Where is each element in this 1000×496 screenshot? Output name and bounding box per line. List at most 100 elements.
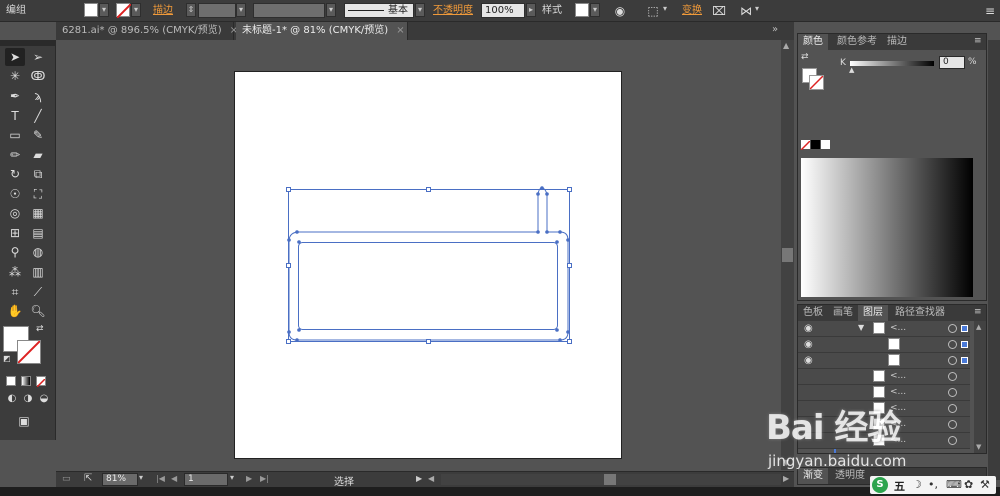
isolate-icon[interactable]: ⌧ — [711, 3, 727, 19]
first-artboard-icon[interactable]: |◀ — [156, 474, 165, 483]
k-slider[interactable] — [850, 61, 934, 66]
panel-menu-icon[interactable]: ≡ — [982, 3, 998, 19]
opacity-label[interactable]: 不透明度 — [433, 4, 473, 18]
next-artboard-icon[interactable]: ▶ — [246, 474, 252, 483]
layers-scrollbar[interactable]: ▲ ▼ — [974, 321, 986, 453]
swap-icon[interactable]: ⇄ — [801, 52, 809, 62]
direct-selection-tool-icon[interactable]: ➢ — [28, 48, 48, 66]
tab-gradient[interactable]: 渐变 — [798, 468, 828, 484]
target-icon[interactable] — [948, 372, 957, 381]
swap-fill-stroke-icon[interactable]: ⇄ — [36, 324, 44, 334]
blend-tool-icon[interactable]: ◍ — [28, 243, 48, 261]
stroke-weight-input[interactable] — [198, 3, 236, 18]
transform-label[interactable]: 变换 — [682, 4, 702, 18]
hand-tool-icon[interactable]: ✋ — [5, 302, 25, 320]
gradient-mode-icon[interactable] — [21, 376, 31, 386]
layer-name[interactable]: <... — [890, 387, 906, 397]
layer-row[interactable]: ◉ — [798, 353, 970, 369]
horizontal-scrollbar[interactable] — [441, 474, 781, 485]
symbol-sprayer-tool-icon[interactable]: ⁂ — [5, 263, 25, 281]
stroke-dropdown[interactable]: ▾ — [131, 3, 141, 17]
variable-width-profile[interactable] — [253, 3, 325, 18]
panel-dock-strip[interactable] — [988, 40, 1000, 480]
color-mode-icon[interactable] — [6, 376, 16, 386]
layer-name[interactable]: <... — [890, 371, 906, 381]
tab-color-guide[interactable]: 颜色参考 — [832, 34, 882, 50]
eye-icon[interactable]: ◉ — [804, 339, 813, 350]
color-spectrum[interactable] — [801, 158, 973, 297]
k-value-input[interactable]: 0 — [939, 56, 965, 69]
artboard[interactable] — [234, 71, 622, 459]
align-icon[interactable]: ⬚ — [645, 3, 661, 19]
align-dropdown[interactable]: ▾ — [660, 3, 670, 17]
tab-6281[interactable]: 6281.ai* @ 896.5% (CMYK/预览) × — [56, 22, 238, 40]
layer-row[interactable]: <... — [798, 369, 970, 385]
zoom-tool-icon[interactable]: 🔍︎ — [28, 302, 48, 320]
eye-icon[interactable]: ◉ — [804, 355, 813, 366]
none-swatch[interactable] — [800, 140, 811, 151]
scroll-up-icon[interactable]: ▲ — [976, 323, 981, 331]
slider-handle-icon[interactable]: ▲ — [849, 66, 854, 74]
tab-stroke[interactable]: 描边 — [882, 34, 912, 50]
artboard-number-field[interactable]: 1 — [184, 473, 228, 486]
status-menu-icon[interactable]: ▶ — [416, 474, 422, 483]
tools-icon[interactable]: ⚒ — [980, 478, 990, 491]
arrange-dropdown[interactable]: ▾ — [752, 3, 762, 17]
sogou-logo-icon[interactable]: S — [872, 477, 888, 493]
selection-tool-icon[interactable]: ➤ — [5, 48, 25, 66]
target-icon[interactable] — [948, 388, 957, 397]
scale-tool-icon[interactable]: ⧉ — [28, 165, 48, 183]
layer-row[interactable]: <... — [798, 385, 970, 401]
close-icon[interactable]: × — [396, 25, 404, 36]
tab-pathfinder[interactable]: 路径查找器 — [890, 305, 950, 321]
panel-menu-icon[interactable]: ≡ — [974, 36, 982, 46]
shape-builder-tool-icon[interactable]: ◎ — [5, 204, 25, 222]
tab-layers[interactable]: 图层 — [858, 305, 888, 321]
zoom-field[interactable]: 81% — [102, 473, 138, 486]
paintbrush-tool-icon[interactable]: ✎ — [28, 126, 48, 144]
eyedropper-tool-icon[interactable]: ⚲ — [5, 243, 25, 261]
none-mode-icon[interactable] — [36, 376, 46, 388]
tab-swatches[interactable]: 色板 — [798, 305, 828, 321]
selected-group-paths[interactable] — [235, 72, 623, 460]
type-tool-icon[interactable]: T — [5, 107, 25, 125]
target-icon[interactable] — [948, 436, 957, 445]
scroll-up-icon[interactable]: ▲ — [783, 41, 789, 50]
ime-mode-label[interactable]: 五 — [894, 478, 905, 494]
target-icon[interactable] — [948, 340, 957, 349]
opacity-arrow[interactable]: ▸ — [526, 3, 536, 17]
selection-indicator[interactable] — [961, 357, 968, 364]
stroke-label[interactable]: 描边 — [153, 4, 173, 18]
hscroll-right-icon[interactable]: ▶ — [783, 474, 789, 483]
opacity-input[interactable]: 100% — [481, 3, 525, 18]
prev-artboard-icon[interactable]: ◀ — [171, 474, 177, 483]
hscroll-left-icon[interactable]: ◀ — [428, 474, 434, 483]
scroll-down-icon[interactable]: ▼ — [976, 443, 981, 451]
layer-name[interactable]: <... — [890, 323, 906, 333]
draw-inside-icon[interactable]: ◒ — [34, 390, 54, 408]
tab-brushes[interactable]: 画笔 — [828, 305, 858, 321]
curvature-tool-icon[interactable]: ϡ — [28, 87, 48, 105]
stroke-weight-dropdown[interactable]: ▾ — [236, 3, 246, 17]
gradient-tool-icon[interactable]: ▤ — [28, 224, 48, 242]
skin-icon[interactable]: ✿ — [964, 478, 973, 491]
scroll-thumb[interactable] — [782, 248, 793, 262]
tab-color[interactable]: 颜色 — [798, 34, 828, 50]
eraser-tool-icon[interactable]: ▰ — [28, 146, 48, 164]
zoom-dropdown-icon[interactable]: ▾ — [139, 473, 143, 482]
moon-icon[interactable]: ☽ — [912, 478, 922, 491]
stroke-swatch[interactable] — [116, 3, 132, 19]
style-dropdown[interactable]: ▾ — [590, 3, 600, 17]
tab-untitled-1[interactable]: 未标题-1* @ 81% (CMYK/预览) × — [236, 22, 408, 40]
column-graph-tool-icon[interactable]: ▥ — [28, 263, 48, 281]
bounding-box[interactable] — [288, 189, 570, 342]
anchor-points[interactable] — [287, 186, 570, 342]
stroke-box[interactable] — [809, 75, 824, 90]
brush-style-field[interactable]: 基本 — [344, 3, 414, 18]
mesh-tool-icon[interactable]: ⊞ — [5, 224, 25, 242]
default-colors-icon[interactable]: ◩ — [3, 354, 11, 363]
brush-dropdown[interactable]: ▾ — [415, 3, 425, 17]
export-icon[interactable]: ⇱ — [84, 473, 92, 484]
warp-tool-icon[interactable]: ☉ — [5, 185, 25, 203]
magic-wand-tool-icon[interactable]: ✳ — [5, 67, 25, 85]
